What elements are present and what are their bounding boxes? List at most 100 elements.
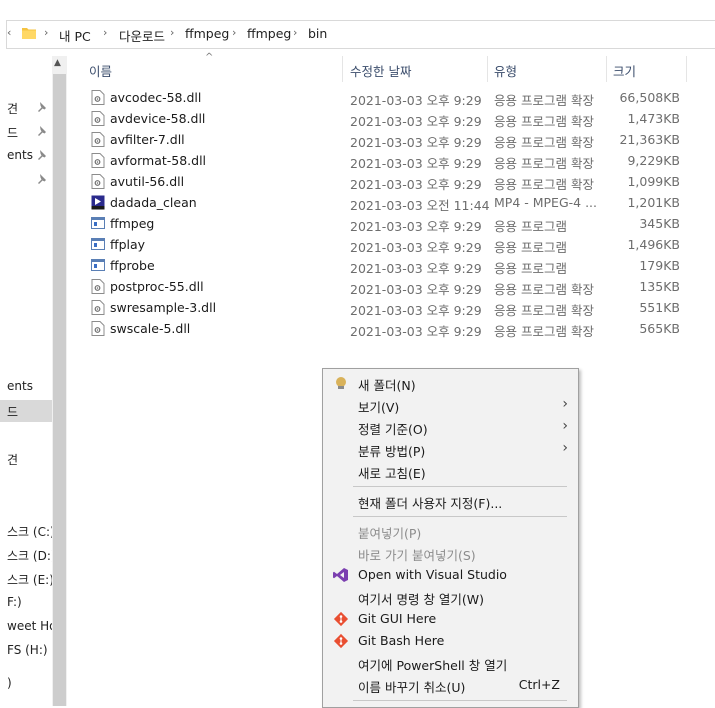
expand-icon[interactable]: ‹ (7, 26, 11, 39)
nav-item-label: weet Ho (7, 619, 52, 633)
breadcrumb-separator-icon[interactable]: › (44, 26, 48, 39)
breadcrumb-separator-icon[interactable]: › (170, 26, 174, 39)
pin-icon[interactable] (36, 101, 48, 113)
dll-icon (91, 279, 105, 294)
menu-separator (353, 700, 567, 701)
sort-ascending-icon: ^ (205, 52, 214, 63)
nav-item-network[interactable]: ) (0, 673, 52, 695)
file-row[interactable]: avutil-56.dll 2021-03-03 오후 9:29 응용 프로그램 확… (86, 171, 686, 192)
column-divider[interactable] (606, 56, 607, 82)
breadcrumb-this-pc[interactable]: 내 PC (59, 26, 91, 45)
file-date-modified: 2021-03-03 오후 9:29 (350, 156, 482, 171)
menu-item-git-gui[interactable]: Git GUI Here (323, 608, 578, 630)
file-row[interactable]: avfilter-7.dll 2021-03-03 오후 9:29 응용 프로그램 … (86, 129, 686, 150)
menu-item-group-by[interactable]: 분류 방법(P) › (323, 438, 578, 460)
breadcrumb-ffmpeg[interactable]: ffmpeg (185, 26, 229, 41)
menu-item-label: Git GUI Here (358, 611, 437, 626)
file-type: 응용 프로그램 확장 (494, 282, 594, 297)
nav-item-drive-e[interactable]: 스크 (E:) (0, 568, 52, 590)
exe-icon (91, 217, 105, 229)
file-row[interactable]: ffmpeg 2021-03-03 오후 9:29 응용 프로그램 345KB (86, 213, 686, 234)
menu-item-label: 분류 방법(P) (358, 444, 426, 459)
file-row[interactable]: ffplay 2021-03-03 오후 9:29 응용 프로그램 1,496KB (86, 234, 686, 255)
menu-item-open-powershell[interactable]: 여기에 PowerShell 창 열기 (323, 652, 578, 674)
nav-item-label: ents (7, 148, 33, 162)
file-row[interactable]: avdevice-58.dll 2021-03-03 오후 9:29 응용 프로그램… (86, 108, 686, 129)
nav-scrollbar[interactable]: ▲ (52, 56, 67, 706)
file-size: 1,201KB (627, 195, 680, 210)
file-size: 9,229KB (627, 153, 680, 168)
nav-item-drive-c[interactable]: 스크 (C:) (0, 520, 52, 542)
nav-item-label: 드 (7, 405, 19, 419)
address-bar[interactable]: ‹ › 내 PC › 다운로드 › ffmpeg › ffmpeg › bin (6, 20, 715, 49)
menu-item-sort-by[interactable]: 정렬 기준(O) › (323, 416, 578, 438)
menu-item-paste-shortcut[interactable]: 바로 가기 붙여넣기(S) (323, 542, 578, 564)
git-icon (333, 611, 349, 627)
file-name: ffprobe (110, 258, 155, 273)
nav-item-drive-f[interactable]: F:) (0, 592, 52, 614)
column-header-size[interactable]: 크기 (613, 61, 636, 80)
file-date-modified: 2021-03-03 오후 9:29 (350, 303, 482, 318)
menu-item-customize-folder[interactable]: 현재 폴더 사용자 지정(F)... (323, 490, 578, 512)
column-divider[interactable] (487, 56, 488, 82)
dll-icon (91, 132, 105, 147)
menu-item-label: 보기(V) (358, 400, 400, 415)
pin-icon[interactable] (36, 173, 48, 185)
menu-item-label: 현재 폴더 사용자 지정(F)... (358, 496, 503, 511)
breadcrumb-bin[interactable]: bin (308, 26, 327, 41)
file-name: avdevice-58.dll (110, 111, 206, 126)
file-row[interactable]: postproc-55.dll 2021-03-03 오후 9:29 응용 프로그램… (86, 276, 686, 297)
file-row[interactable]: swscale-5.dll 2021-03-03 오후 9:29 응용 프로그램 확… (86, 318, 686, 339)
file-size: 1,496KB (627, 237, 680, 252)
column-header-row: 이름 수정한 날짜 유형 크기 (80, 56, 715, 82)
dll-icon (91, 174, 105, 189)
menu-item-paste[interactable]: 붙여넣기(P) (323, 520, 578, 542)
nav-item-drive-g[interactable]: weet Ho (0, 616, 52, 638)
nav-item-label: ) (7, 676, 12, 690)
pin-icon[interactable] (36, 125, 48, 137)
menu-item-git-bash[interactable]: Git Bash Here (323, 630, 578, 652)
menu-item-open-cmd[interactable]: 여기서 명령 창 열기(W) (323, 586, 578, 608)
pin-icon[interactable] (36, 149, 48, 161)
nav-item-label: ents (7, 379, 33, 393)
column-header-name[interactable]: 이름 (89, 61, 112, 80)
file-row[interactable]: swresample-3.dll 2021-03-03 오후 9:29 응용 프로그… (86, 297, 686, 318)
file-row[interactable]: ffprobe 2021-03-03 오후 9:29 응용 프로그램 179KB (86, 255, 686, 276)
nav-item-quick-3[interactable]: ents (0, 145, 52, 167)
column-divider[interactable] (342, 56, 343, 82)
nav-item-drive-d[interactable]: 스크 (D:) (0, 544, 52, 566)
nav-item-documents[interactable]: ents (0, 376, 52, 398)
nav-item-label: 스크 (E:) (7, 573, 52, 587)
file-date-modified: 2021-03-03 오후 9:29 (350, 177, 482, 192)
column-header-date[interactable]: 수정한 날짜 (350, 61, 411, 80)
scrollbar-thumb[interactable] (53, 74, 66, 706)
nav-item-quick-1[interactable]: 견 (0, 97, 52, 119)
file-date-modified: 2021-03-03 오후 9:29 (350, 240, 482, 255)
menu-item-view[interactable]: 보기(V) › (323, 394, 578, 416)
menu-item-label: Git Bash Here (358, 633, 445, 648)
column-divider[interactable] (686, 56, 687, 82)
file-type: 응용 프로그램 (494, 261, 567, 276)
file-row[interactable]: avcodec-58.dll 2021-03-03 오후 9:29 응용 프로그램 … (86, 87, 686, 108)
dll-icon (91, 300, 105, 315)
menu-item-undo-rename[interactable]: 이름 바꾸기 취소(U) Ctrl+Z (323, 674, 578, 696)
nav-item-quick-4[interactable] (0, 169, 52, 191)
breadcrumb-downloads[interactable]: 다운로드 (119, 26, 165, 45)
scroll-up-icon[interactable]: ▲ (54, 58, 61, 68)
file-date-modified: 2021-03-03 오후 9:29 (350, 135, 482, 150)
menu-item-refresh[interactable]: 새로 고침(E) (323, 460, 578, 482)
breadcrumb-ffmpeg-sub[interactable]: ffmpeg (247, 26, 291, 41)
breadcrumb-separator-icon[interactable]: › (103, 26, 107, 39)
menu-item-open-visual-studio[interactable]: Open with Visual Studio (323, 564, 578, 586)
nav-item-videos[interactable]: 견 (0, 448, 52, 470)
nav-item-quick-2[interactable]: 드 (0, 121, 52, 143)
column-header-type[interactable]: 유형 (494, 61, 517, 80)
breadcrumb-separator-icon[interactable]: › (232, 26, 236, 39)
menu-item-new-folder[interactable]: 새 폴더(N) (323, 372, 578, 394)
breadcrumb-separator-icon[interactable]: › (293, 26, 297, 39)
nav-item-drive-h[interactable]: FS (H:) (0, 640, 52, 662)
nav-item-downloads[interactable]: 드 (0, 400, 52, 422)
file-row[interactable]: avformat-58.dll 2021-03-03 오후 9:29 응용 프로그램… (86, 150, 686, 171)
file-row[interactable]: dadada_clean 2021-03-03 오전 11:44 MP4 - MPE… (86, 192, 686, 213)
nav-item-label: F:) (7, 595, 22, 609)
